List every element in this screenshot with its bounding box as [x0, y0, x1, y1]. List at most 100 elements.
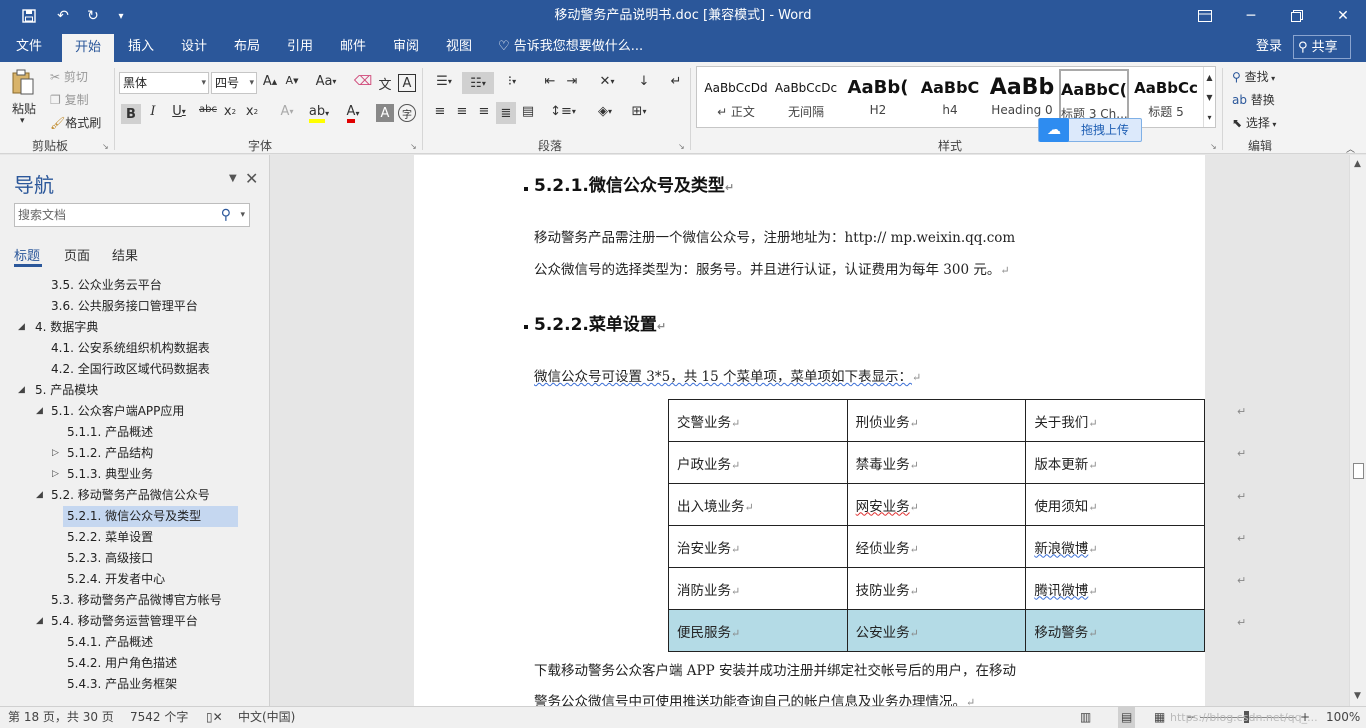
nav-heading-item[interactable]: 5.4. 移动警务运营管理平台 [51, 611, 198, 632]
share-button[interactable]: ⚲ 共享 [1293, 35, 1351, 59]
select-button[interactable]: ⬉ 选择 ▾ [1232, 114, 1276, 131]
table-cell[interactable]: 腾讯微博↵ [1025, 567, 1205, 610]
drag-upload-button[interactable]: ☁ 拖拽上传 [1038, 118, 1142, 142]
table-cell[interactable]: 交警业务↵ [668, 399, 848, 442]
line-spacing-icon[interactable]: ↕≡ ▾ [548, 104, 578, 119]
font-color-icon[interactable]: A ▾ [340, 104, 366, 123]
nav-tab-headings[interactable]: 标题 [14, 245, 40, 264]
table-cell[interactable]: 出入境业务↵ [668, 483, 848, 526]
nav-tab-pages[interactable]: 页面 [64, 245, 90, 264]
nav-close-icon[interactable]: ✕ [245, 169, 258, 188]
nav-heading-item[interactable]: 4. 数据字典 [35, 317, 98, 338]
nav-heading-item[interactable]: 5. 产品模块 [35, 380, 98, 401]
nav-heading-item[interactable]: 4.2. 全国行政区域代码数据表 [51, 359, 210, 380]
nav-heading-item[interactable]: 5.2.4. 开发者中心 [67, 569, 165, 590]
change-case-icon[interactable]: Aa ▾ [312, 74, 340, 89]
shading-icon[interactable]: ◈ ▾ [590, 104, 620, 119]
tab-design[interactable]: 设计 [171, 32, 217, 62]
tab-mailings[interactable]: 邮件 [330, 32, 376, 62]
nav-heading-item[interactable]: 3.5. 公众业务云平台 [51, 275, 162, 296]
strikethrough-icon[interactable]: abc [198, 104, 218, 115]
table-cell[interactable]: 新浪微博↵ [1025, 525, 1205, 568]
align-left-icon[interactable]: ≡ [430, 104, 450, 119]
collapse-triangle-icon[interactable]: ◢ [18, 380, 25, 401]
proofing-icon[interactable]: ▯✕ [206, 707, 223, 728]
justify-icon[interactable]: ≣ [496, 102, 516, 124]
styles-scroll-up-icon[interactable]: ▲ [1203, 67, 1215, 87]
close-icon[interactable]: ✕ [1320, 0, 1366, 32]
print-layout-icon[interactable]: ▤ [1118, 707, 1136, 728]
nav-search-input[interactable]: 搜索文档 ⚲ ▾ [14, 203, 250, 227]
zoom-level[interactable]: 100% [1326, 707, 1360, 728]
show-marks-icon[interactable]: ↵ [668, 74, 684, 89]
nav-heading-item[interactable]: 5.2.2. 菜单设置 [67, 527, 153, 548]
superscript-icon[interactable]: x2 [244, 104, 260, 119]
paragraph-launcher-icon[interactable]: ↘ [678, 142, 685, 151]
table-cell[interactable]: 公安业务↵ [846, 609, 1027, 652]
customize-icon[interactable]: ▾ [106, 0, 136, 32]
nav-heading-item[interactable]: 5.2.3. 高级接口 [67, 548, 153, 569]
redo-icon[interactable]: ↻ [78, 0, 108, 32]
multilevel-list-icon[interactable]: ⁝ ▾ [498, 74, 526, 89]
nav-heading-item[interactable]: 5.1.1. 产品概述 [67, 422, 153, 443]
table-cell[interactable]: 便民服务↵ [668, 609, 848, 652]
collapse-ribbon-icon[interactable]: ︿ [1346, 142, 1355, 155]
char-shading-icon[interactable]: A [376, 104, 394, 122]
style-h4[interactable]: AaBbC h4 [915, 69, 985, 125]
expand-triangle-icon[interactable]: ▷ [52, 464, 59, 485]
paste-icon[interactable] [10, 68, 36, 98]
tab-file[interactable]: 文件 [6, 32, 52, 62]
document-page[interactable]: 5.2.1.微信公众号及类型↵ 移动警务产品需注册一个微信公众号，注册地址为：h… [414, 155, 1246, 706]
word-count[interactable]: 7542 个字 [130, 707, 188, 728]
nav-heading-item[interactable]: 5.3. 移动警务产品微博官方帐号 [51, 590, 222, 611]
style-heading-3[interactable]: AaBbC(标题 3 Ch... [1059, 69, 1129, 125]
table-cell[interactable]: 关于我们↵ [1025, 399, 1205, 442]
increase-indent-icon[interactable]: ⇥ [562, 74, 582, 89]
table-cell[interactable]: 移动警务↵ [1025, 609, 1205, 652]
distributed-icon[interactable]: ▤ [518, 104, 538, 119]
table-cell[interactable]: 治安业务↵ [668, 525, 848, 568]
table-cell[interactable]: 刑侦业务↵ [846, 399, 1027, 442]
search-dropdown-icon[interactable]: ▾ [240, 204, 245, 226]
align-right-icon[interactable]: ≡ [474, 104, 494, 119]
collapse-triangle-icon[interactable]: ◢ [18, 317, 25, 338]
search-icon[interactable]: ⚲ [221, 204, 231, 226]
scroll-thumb[interactable] [1353, 463, 1364, 479]
nav-heading-item[interactable]: 3.6. 公共服务接口管理平台 [51, 296, 198, 317]
decrease-indent-icon[interactable]: ⇤ [540, 74, 560, 89]
undo-icon[interactable]: ↶ [48, 0, 78, 32]
char-border-icon[interactable]: A [398, 74, 416, 92]
web-layout-icon[interactable]: ▦ [1154, 707, 1165, 728]
tab-view[interactable]: 视图 [436, 32, 482, 62]
login-link[interactable]: 登录 [1256, 32, 1282, 62]
clear-format-icon[interactable]: ⌫ [354, 74, 372, 89]
save-icon[interactable] [14, 0, 44, 32]
style-normal[interactable]: AaBbCcDd ↵ 正文 [701, 69, 771, 125]
font-size-combo[interactable]: 四号 ▾ [211, 72, 257, 94]
styles-scroll-down-icon[interactable]: ▼ [1203, 87, 1215, 107]
nav-heading-item[interactable]: 5.4.1. 产品概述 [67, 632, 153, 653]
expand-triangle-icon[interactable]: ▷ [52, 443, 59, 464]
nav-heading-item-selected[interactable]: 5.2.1. 微信公众号及类型 [63, 506, 238, 527]
bold-icon[interactable]: B [121, 104, 141, 124]
bullets-icon[interactable]: ☰ ▾ [430, 74, 458, 89]
nav-heading-item[interactable]: 5.4.3. 产品业务框架 [67, 674, 177, 695]
highlight-icon[interactable]: ab ▾ [306, 104, 332, 123]
restore-icon[interactable] [1274, 0, 1320, 32]
minimize-icon[interactable]: ─ [1228, 0, 1274, 32]
numbering-icon[interactable]: ☷ ▾ [462, 72, 494, 94]
nav-heading-item[interactable]: 5.4.2. 用户角色描述 [67, 653, 177, 674]
scroll-up-icon[interactable]: ▲ [1354, 159, 1361, 169]
italic-icon[interactable]: I [145, 104, 161, 119]
table-cell[interactable]: 技防业务↵ [846, 567, 1027, 610]
tab-review[interactable]: 审阅 [383, 32, 429, 62]
styles-more-icon[interactable]: ▾ [1203, 107, 1215, 127]
tab-home[interactable]: 开始 [62, 34, 114, 62]
borders-icon[interactable]: ⊞ ▾ [624, 104, 654, 119]
table-cell[interactable]: 消防业务↵ [668, 567, 848, 610]
paste-button[interactable]: 粘贴 [12, 100, 36, 117]
nav-tab-results[interactable]: 结果 [112, 245, 138, 264]
align-center-icon[interactable]: ≡ [452, 104, 472, 119]
scroll-down-icon[interactable]: ▼ [1354, 691, 1361, 701]
cut-button[interactable]: ✂ 剪切 [50, 68, 88, 85]
